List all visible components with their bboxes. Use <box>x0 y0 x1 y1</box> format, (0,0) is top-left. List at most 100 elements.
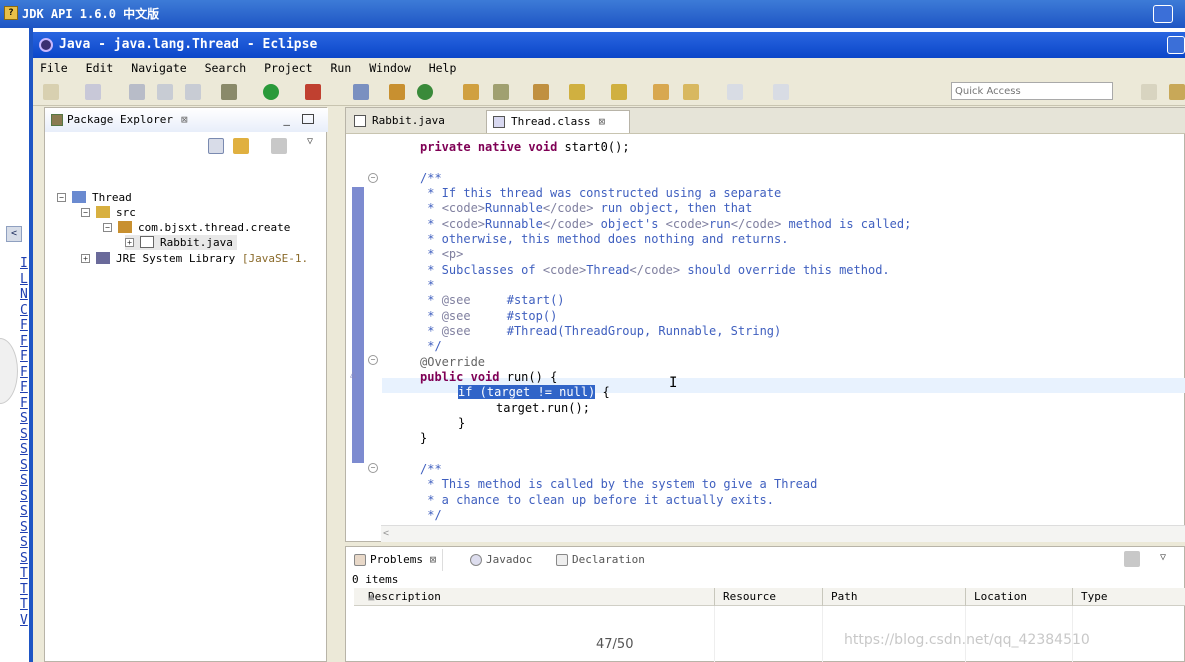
page-nav-circle[interactable] <box>0 338 18 404</box>
quick-access-input[interactable] <box>951 82 1113 100</box>
file-label: Rabbit.java <box>160 236 233 249</box>
new-icon[interactable] <box>43 84 59 100</box>
maximize-view-icon[interactable] <box>302 114 314 124</box>
external-tools-icon[interactable] <box>305 84 321 100</box>
code-line: * This method is called by the system to… <box>420 477 818 491</box>
column-resource[interactable]: Resource <box>723 588 776 606</box>
forward-icon[interactable] <box>727 84 743 100</box>
code-line: * otherwise, this method does nothing an… <box>420 232 789 246</box>
tree-item-src[interactable]: − src <box>81 205 136 220</box>
package-explorer-toolbar: ▽ <box>45 134 328 156</box>
menu-edit[interactable]: Edit <box>86 58 114 78</box>
scroll-left-icon[interactable]: < <box>383 528 389 539</box>
java-perspective-icon[interactable] <box>1169 84 1185 100</box>
view-menu-icon[interactable] <box>1124 551 1140 567</box>
column-divider <box>822 588 823 606</box>
save-icon[interactable] <box>129 84 145 100</box>
fold-toggle-icon[interactable]: − <box>368 463 378 473</box>
code-line: * a chance to clean up before it actuall… <box>420 493 775 507</box>
menu-run[interactable]: Run <box>331 58 352 78</box>
tree-item-package[interactable]: − com.bjsxt.thread.create <box>103 220 290 235</box>
items-count: 0 items <box>352 573 399 586</box>
eclipse-minimize-button[interactable] <box>1167 36 1185 54</box>
page-number: 47/50 <box>596 637 634 652</box>
horizontal-scrollbar[interactable]: < <box>381 525 1185 542</box>
next-annotation-icon[interactable] <box>569 84 585 100</box>
minimize-button[interactable] <box>1153 5 1173 23</box>
package-explorer-tab[interactable]: Package Explorer ⊠ — <box>45 108 328 132</box>
collapse-toggle-icon[interactable]: − <box>81 208 90 217</box>
main-toolbar <box>33 78 1185 106</box>
new-class-icon[interactable] <box>417 84 433 100</box>
tree-item-file[interactable]: + Rabbit.java <box>125 235 237 250</box>
tree-item-library[interactable]: + JRE System Library [JavaSE-1. <box>81 251 308 266</box>
debug-icon[interactable] <box>221 84 237 100</box>
tab-javadoc[interactable]: Javadoc <box>466 549 532 571</box>
menu-search[interactable]: Search <box>205 58 247 78</box>
search-icon[interactable] <box>493 84 509 100</box>
class-link-list[interactable]: I L N C F F F F F F S S S S S S S S S S … <box>20 256 32 628</box>
collapse-toggle-icon[interactable]: − <box>103 223 112 232</box>
menu-project[interactable]: Project <box>264 58 312 78</box>
outer-window-link-list: < I L N C F F F F F F S S S S S S S S S … <box>0 28 33 662</box>
expand-toggle-icon[interactable]: + <box>125 238 134 247</box>
chevron-down-icon[interactable]: ▽ <box>1160 547 1166 569</box>
open-perspective-icon[interactable] <box>1141 84 1157 100</box>
expand-toggle-icon[interactable]: + <box>81 254 90 263</box>
library-icon <box>96 252 110 264</box>
column-location[interactable]: Location <box>974 588 1027 606</box>
tab-rabbit-java[interactable]: Rabbit.java <box>348 110 482 133</box>
problems-icon <box>354 554 366 566</box>
chevron-down-icon[interactable]: ▽ <box>307 136 313 147</box>
tree-item-project[interactable]: − Thread <box>57 190 132 205</box>
code-line: * <code>Runnable</code> run object, then… <box>420 201 753 215</box>
scroll-left-arrow-icon[interactable]: < <box>6 226 22 242</box>
tab-thread-class[interactable]: Thread.class ⊠ <box>486 110 630 133</box>
tab-problems[interactable]: Problems ⊠ <box>350 549 444 571</box>
collapse-toggle-icon[interactable]: − <box>57 193 66 202</box>
column-type[interactable]: Type <box>1081 588 1108 606</box>
close-icon[interactable]: ⊠ <box>598 115 605 128</box>
tab-declaration[interactable]: Declaration <box>552 549 645 571</box>
library-label: JRE System Library <box>116 252 236 265</box>
previous-annotation-icon[interactable] <box>611 84 627 100</box>
menu-file[interactable]: File <box>40 58 68 78</box>
eclipse-logo-icon <box>39 38 53 52</box>
new-window-icon[interactable] <box>85 84 101 100</box>
problems-tab-bar: Problems ⊠ Javadoc Declaration ▽ <box>346 547 1185 571</box>
tab-label: Problems <box>370 553 423 566</box>
toggle-mark-icon[interactable] <box>353 84 369 100</box>
pin-icon[interactable] <box>773 84 789 100</box>
tab-label: Thread.class <box>511 115 591 128</box>
fold-toggle-icon[interactable]: − <box>368 173 378 183</box>
link-with-editor-icon[interactable] <box>233 138 249 154</box>
fold-toggle-icon[interactable]: − <box>368 355 378 365</box>
code-area[interactable]: − − − △ private native void start0(); /*… <box>346 135 1185 525</box>
code-line: /** <box>420 171 442 185</box>
menu-bar: File Edit Navigate Search Project Run Wi… <box>33 58 1185 78</box>
collapse-all-icon[interactable] <box>208 138 224 154</box>
code-line: * Subclasses of <code>Thread</code> shou… <box>420 263 890 277</box>
save-all-icon[interactable] <box>157 84 173 100</box>
menu-window[interactable]: Window <box>369 58 411 78</box>
column-divider <box>822 606 823 662</box>
code-line: */ <box>420 508 442 522</box>
run-icon[interactable] <box>263 84 279 100</box>
view-menu-icon[interactable] <box>271 138 287 154</box>
change-ruler <box>352 187 364 463</box>
last-edit-icon[interactable] <box>653 84 669 100</box>
new-package-icon[interactable] <box>389 84 405 100</box>
eclipse-window: Java - java.lang.Thread - Eclipse File E… <box>33 32 1185 662</box>
column-path[interactable]: Path <box>831 588 858 606</box>
back-icon[interactable] <box>683 84 699 100</box>
menu-navigate[interactable]: Navigate <box>131 58 186 78</box>
project-label: Thread <box>92 191 132 204</box>
open-task-icon[interactable] <box>533 84 549 100</box>
open-type-icon[interactable] <box>463 84 479 100</box>
menu-help[interactable]: Help <box>429 58 457 78</box>
close-icon[interactable]: ⊠ <box>181 113 188 126</box>
print-icon[interactable] <box>185 84 201 100</box>
close-icon[interactable]: ⊠ <box>430 553 437 566</box>
selected-text[interactable]: if (target != null) <box>458 385 596 399</box>
project-icon <box>72 191 86 203</box>
